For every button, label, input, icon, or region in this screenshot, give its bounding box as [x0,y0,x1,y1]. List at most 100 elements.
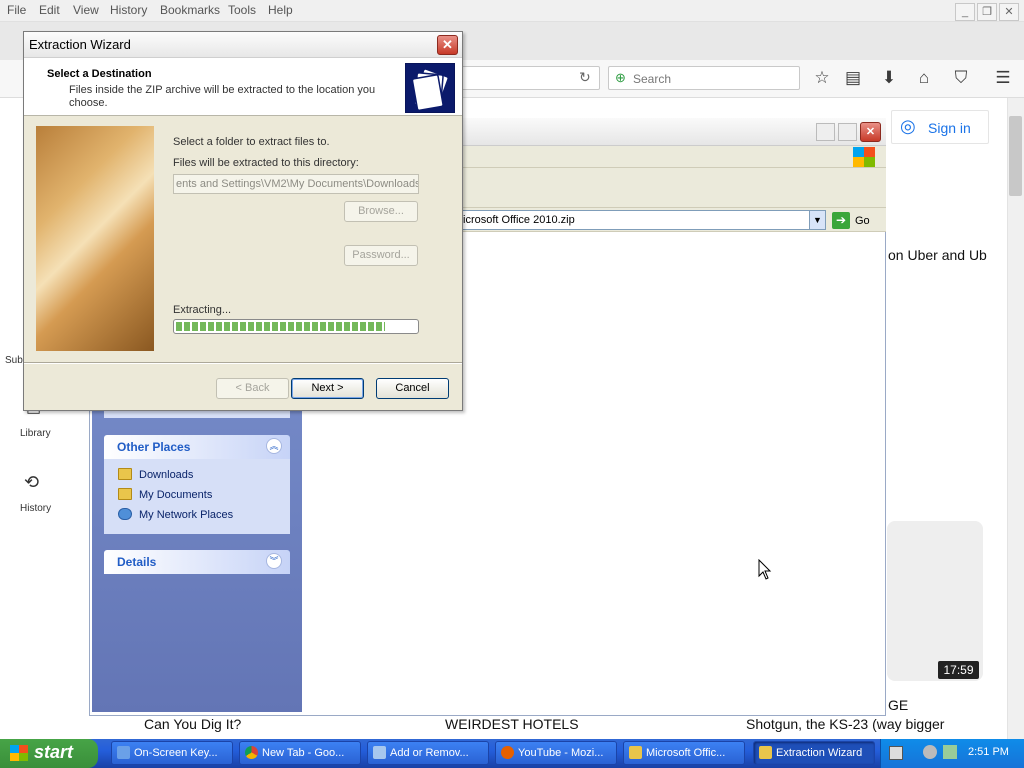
task-on-screen-keyboard[interactable]: On-Screen Key... [111,741,233,765]
place-my-documents[interactable]: My Documents [118,488,212,501]
folder-small-icon [759,746,772,759]
zip-folder-small-icon [629,746,642,759]
windows-flag-icon [10,745,28,761]
pocket-icon[interactable]: ⛉ [950,68,972,88]
place-downloads[interactable]: Downloads [118,468,193,481]
extracting-label: Extracting... [173,304,232,316]
search-placeholder: Search [633,72,672,86]
history-label[interactable]: History [20,503,51,514]
browse-button[interactable]: Browse... [344,201,418,222]
back-button[interactable]: < Back [216,378,289,399]
account-icon: ◎ [900,116,916,136]
reading-list-icon[interactable]: ▤ [842,68,864,88]
select-folder-label: Select a folder to extract files to. [173,136,330,148]
task-label: Extraction Wizard [776,747,863,759]
video-duration-badge: 17:59 [938,661,979,679]
control-panel-icon [373,746,386,759]
sign-in-button[interactable]: ◎ Sign in [891,110,989,144]
zip-folder-icon [405,63,455,113]
place-label: Downloads [139,469,194,481]
minimize-button[interactable]: _ [955,3,975,21]
library-label[interactable]: Library [20,428,51,439]
firefox-icon [501,746,514,759]
task-extraction-wizard[interactable]: Extraction Wizard [753,741,875,765]
folders-graphic [411,68,449,112]
address-input[interactable]: icrosoft Office 2010.zip ▼ [460,210,826,230]
go-label[interactable]: Go [855,215,870,227]
menu-bookmarks[interactable]: Bookmarks [160,3,220,17]
shield-tray-icon[interactable] [923,745,937,759]
menu-hamburger-icon[interactable]: ☰ [992,68,1014,88]
wizard-title: Extraction Wizard [29,37,131,52]
other-places-title: Other Places [117,440,191,454]
wizard-side-image [36,126,154,351]
task-add-remove[interactable]: Add or Remov... [367,741,489,765]
wizard-close-icon[interactable]: ✕ [437,35,458,55]
url-bar[interactable]: ↻ [440,66,600,90]
menu-edit[interactable]: Edit [39,3,60,17]
wizard-step-title: Select a Destination [47,68,152,80]
place-my-network-places[interactable]: My Network Places [118,508,233,521]
task-label: On-Screen Key... [134,747,218,759]
menu-help[interactable]: Help [268,3,293,17]
collapse-chevron-icon[interactable]: ︽ [266,438,282,454]
menu-history[interactable]: History [110,3,147,17]
destination-path-field[interactable]: ents and Settings\VM2\My Documents\Downl… [173,174,419,194]
password-button[interactable]: Password... [344,245,418,266]
downloads-icon[interactable]: ⬇ [878,68,900,88]
task-youtube-mozilla[interactable]: YouTube - Mozi... [495,741,617,765]
task-label: Microsoft Offic... [646,747,726,759]
subscriptions-label[interactable]: Sub [5,355,23,366]
details-title: Details [117,555,157,569]
other-places-header[interactable]: Other Places [104,435,290,459]
explorer-minimize-button[interactable] [816,123,835,141]
folder-icon [118,468,132,480]
place-label: My Network Places [139,509,234,521]
menu-tools[interactable]: Tools [228,3,256,17]
keyboard-tray-icon[interactable] [889,746,903,760]
expand-chevron-icon[interactable]: ︾ [266,553,282,569]
reload-icon[interactable]: ↻ [579,69,591,86]
details-header[interactable]: Details [104,550,290,574]
video-thumbnail[interactable] [887,521,983,681]
task-microsoft-office[interactable]: Microsoft Offic... [623,741,745,765]
network-icon [118,508,132,520]
address-dropdown-icon[interactable]: ▼ [809,211,825,229]
cancel-button[interactable]: Cancel [376,378,449,399]
task-label: New Tab - Goo... [262,747,345,759]
address-value: icrosoft Office 2010.zip [463,214,575,226]
bookmark-star-icon[interactable]: ☆ [811,68,833,88]
history-icon[interactable]: ⟲ [24,472,39,493]
task-new-tab[interactable]: New Tab - Goo... [239,741,361,765]
menu-file[interactable]: File [7,3,26,17]
taskbar-clock: 2:51 PM [968,746,1009,758]
network-tray-icon[interactable] [943,745,957,759]
task-label: YouTube - Mozi... [518,747,604,759]
video-title-3[interactable]: Shotgun, the KS-23 (way bigger [746,716,944,732]
documents-folder-icon [118,488,132,500]
firefox-menubar: File Edit View History Bookmarks Tools H… [0,0,1024,22]
go-arrow-icon[interactable]: ➔ [832,212,850,229]
directory-label: Files will be extracted to this director… [173,157,359,169]
explorer-maximize-button[interactable] [838,123,857,141]
next-button[interactable]: Next > [291,378,364,399]
mouse-cursor-icon [758,559,772,580]
explorer-close-icon[interactable]: ✕ [860,122,881,142]
extraction-progress-bar [173,319,419,334]
search-input[interactable]: ⊕ Search [608,66,800,90]
video-title-1[interactable]: Can You Dig It? [144,716,241,732]
home-icon[interactable]: ⌂ [913,68,935,88]
close-button[interactable]: ✕ [999,3,1019,21]
wizard-separator [24,362,462,364]
start-label: start [34,742,74,762]
scrollbar-thumb[interactable] [1009,116,1022,196]
menu-view[interactable]: View [73,3,99,17]
sign-in-label: Sign in [928,120,971,136]
video-title-partial[interactable]: on Uber and Ub [888,247,987,263]
windows-logo-icon [853,147,875,167]
restore-button[interactable]: ❐ [977,3,997,21]
wizard-step-description: Files inside the ZIP archive will be ext… [69,84,376,109]
search-engine-icon: ⊕ [615,70,626,85]
video-title-ge[interactable]: GE [888,697,908,713]
video-title-2[interactable]: WEIRDEST HOTELS [445,716,579,732]
